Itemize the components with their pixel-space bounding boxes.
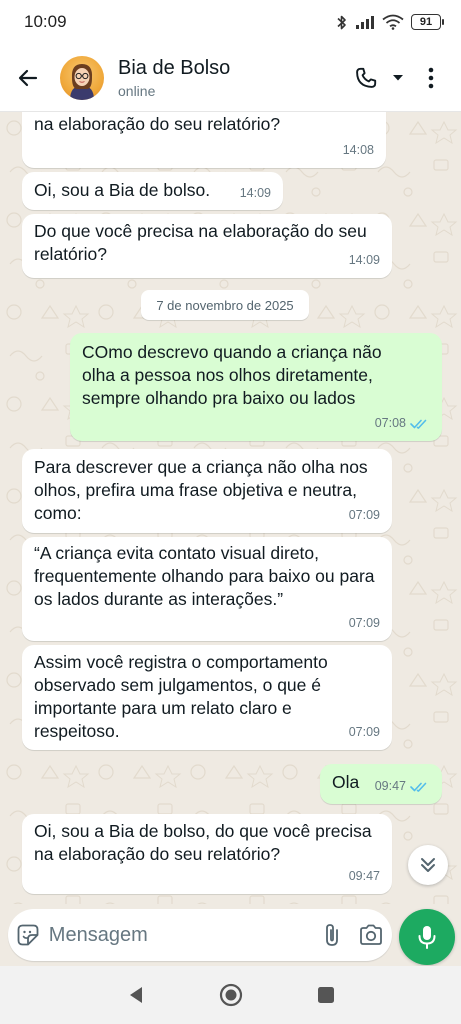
composer: [0, 904, 461, 966]
message-time: 14:09: [348, 253, 380, 267]
wifi-icon: [382, 14, 404, 30]
message-outgoing[interactable]: Ola 09:47: [320, 764, 442, 804]
nav-home-icon[interactable]: [219, 983, 243, 1007]
contact-info[interactable]: Bia de Bolso online: [118, 57, 351, 99]
message-text: Oi, sou a Bia de bolso, do que você prec…: [34, 114, 281, 134]
message-meta: 09:47: [375, 775, 430, 798]
message-incoming[interactable]: Assim você registra o comportamento obse…: [22, 645, 392, 750]
camera-button[interactable]: [350, 909, 393, 961]
message-text: COmo descrevo quando a criança não olha …: [82, 342, 382, 408]
date-separator: 7 de novembro de 2025: [141, 290, 309, 320]
sticker-icon: [17, 924, 39, 946]
message-input-pill: [8, 909, 392, 961]
double-check-read-icon: [410, 782, 427, 792]
back-arrow-icon: [18, 69, 38, 86]
header-actions: [351, 56, 461, 100]
message-incoming[interactable]: Oi, sou a Bia de bolso. 14:09: [22, 172, 283, 210]
message-time: 14:09: [239, 186, 271, 200]
call-button[interactable]: [351, 56, 381, 100]
scroll-to-bottom-button[interactable]: [408, 845, 448, 885]
avatar-illustration: [70, 63, 94, 100]
battery-level: 91: [419, 16, 433, 28]
nav-recents-icon[interactable]: [317, 986, 335, 1004]
message-time: 09:47: [348, 869, 380, 883]
mic-icon: [418, 926, 436, 949]
system-nav-bar: [0, 966, 461, 1024]
message-incoming[interactable]: Para descrever que a criança não olha no…: [22, 449, 392, 533]
message-input[interactable]: [48, 923, 314, 947]
message-time: 07:09: [348, 616, 380, 630]
battery-icon: 91: [411, 14, 444, 30]
back-button[interactable]: [0, 44, 56, 112]
avatar[interactable]: [60, 55, 104, 100]
message-meta: 07:08: [375, 412, 430, 435]
chat-header: Bia de Bolso online: [0, 44, 461, 112]
signal-icon: [356, 16, 374, 29]
message-incoming[interactable]: “A criança evita contato visual direto, …: [22, 537, 392, 641]
message-text: Oi, sou a Bia de bolso, do que você prec…: [34, 821, 372, 864]
call-options-button[interactable]: [387, 56, 409, 100]
message-outgoing[interactable]: COmo descrevo quando a criança não olha …: [70, 333, 442, 441]
message-time: 07:09: [348, 508, 380, 522]
chat-area[interactable]: Oi, sou a Bia de bolso, do que você prec…: [0, 112, 461, 904]
dropdown-caret-icon: [393, 74, 403, 80]
message-text: Oi, sou a Bia de bolso.: [34, 180, 211, 200]
phone-icon: [356, 67, 377, 88]
message-incoming[interactable]: Oi, sou a Bia de bolso, do que você prec…: [22, 814, 392, 894]
message-time: 07:09: [348, 725, 380, 739]
attach-icon: [325, 924, 338, 946]
voice-message-button[interactable]: [399, 909, 455, 965]
chevrons-down-icon: [421, 858, 435, 872]
status-bar: 10:09 91: [0, 0, 461, 44]
message-incoming[interactable]: Do que você precisa na elaboração do seu…: [22, 214, 392, 278]
bluetooth-icon: [337, 15, 346, 29]
attach-button[interactable]: [314, 909, 350, 961]
contact-name: Bia de Bolso: [118, 56, 231, 79]
status-time: 10:09: [24, 12, 67, 31]
contact-status: online: [118, 82, 156, 99]
message-incoming[interactable]: Oi, sou a Bia de bolso, do que você prec…: [22, 112, 386, 168]
double-check-read-icon: [410, 419, 427, 429]
message-time: 09:47: [374, 779, 406, 793]
message-text: Para descrever que a criança não olha no…: [34, 457, 368, 523]
sticker-button[interactable]: [8, 909, 49, 961]
message-time: 14:08: [342, 143, 374, 157]
message-text: “A criança evita contato visual direto, …: [34, 543, 375, 609]
nav-back-icon[interactable]: [127, 985, 145, 1005]
message-text: Do que você precisa na elaboração do seu…: [34, 221, 367, 264]
message-time: 07:08: [374, 416, 406, 430]
camera-icon: [359, 924, 382, 945]
more-vertical-icon: [428, 67, 434, 88]
status-icons: 91: [336, 14, 444, 31]
menu-button[interactable]: [415, 56, 447, 100]
message-text: Assim você registra o comportamento obse…: [34, 652, 328, 741]
